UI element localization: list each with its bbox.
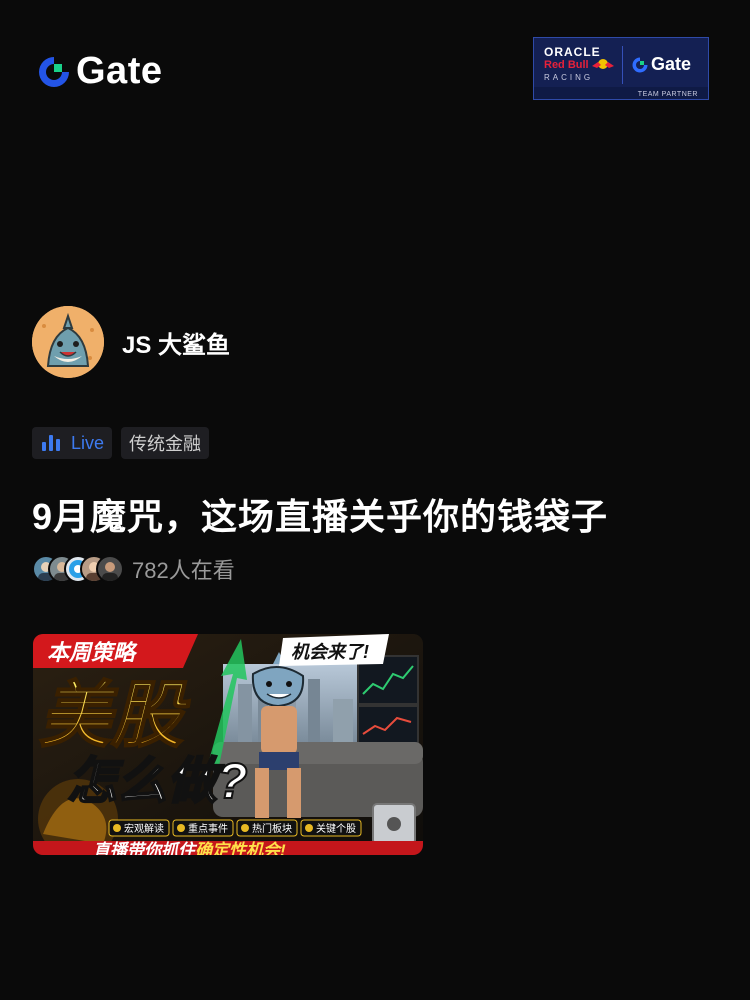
host-name[interactable]: JS 大鲨鱼 xyxy=(122,325,230,360)
tag-row: Live 传统金融 xyxy=(32,427,218,459)
thumb-big-text-1: 美股 xyxy=(39,676,190,756)
viewer-avatar xyxy=(96,555,124,583)
live-label: Live xyxy=(71,432,105,453)
viewer-count: 782人在看 xyxy=(132,558,235,583)
gate-logo-icon xyxy=(36,54,72,90)
stream-thumbnail[interactable]: 本周策略 机会来了! 美股 怎么做? 宏观解读 重点事件 热门板块 关键个股 直… xyxy=(33,634,423,855)
gate-logo-icon xyxy=(632,57,648,72)
svg-text:热门板块: 热门板块 xyxy=(252,822,292,835)
thumb-big-text-2: 怎么做? xyxy=(67,753,248,809)
shark-avatar[interactable] xyxy=(32,306,104,378)
thumb-badge: 机会来了! xyxy=(291,642,369,662)
thumb-chip: 宏观解读 xyxy=(108,819,170,837)
viewer-info: 782人在看 xyxy=(32,553,235,585)
partner-gate-text: Gate xyxy=(651,54,692,74)
live-tag: Live xyxy=(32,427,113,459)
thumb-footer: 直播带你抓住确定性机会! xyxy=(93,841,286,855)
thumb-chip: 重点事件 xyxy=(172,819,234,837)
header: Gate ORACLE Red Bull RACING Gate TEAM PA… xyxy=(0,0,750,140)
thumb-chip: 热门板块 xyxy=(236,819,298,837)
thumb-footer-a: 直播带你抓住 xyxy=(93,841,198,855)
partner-line2: Red Bull xyxy=(544,59,589,71)
partner-footer: TEAM PARTNER xyxy=(637,91,698,98)
svg-text:重点事件: 重点事件 xyxy=(188,822,228,835)
category-label: 传统金融 xyxy=(129,434,202,454)
gate-logo[interactable]: Gate xyxy=(36,50,162,93)
brand-name: Gate xyxy=(76,50,163,92)
partner-line3: RACING xyxy=(544,73,594,82)
svg-text:关键个股: 关键个股 xyxy=(316,822,356,835)
thumb-headline-top: 本周策略 xyxy=(47,640,138,665)
category-tag[interactable]: 传统金融 xyxy=(121,427,210,459)
bar-chart-icon xyxy=(42,435,63,451)
thumb-chip: 关键个股 xyxy=(300,819,362,837)
host-info[interactable]: JS 大鲨鱼 xyxy=(32,306,230,378)
stream-title[interactable]: 9月魔咒，这场直播关乎你的钱袋子 xyxy=(32,488,608,540)
svg-text:宏观解读: 宏观解读 xyxy=(124,822,164,835)
partner-gate-logo: Gate xyxy=(631,54,691,75)
thumb-footer-b: 确定性机会! xyxy=(195,841,286,855)
viewer-avatars xyxy=(32,555,124,583)
red-bull-icon xyxy=(592,59,614,69)
team-partner-badge: ORACLE Red Bull RACING Gate TEAM PARTNER xyxy=(533,37,709,100)
partner-divider xyxy=(622,46,623,84)
